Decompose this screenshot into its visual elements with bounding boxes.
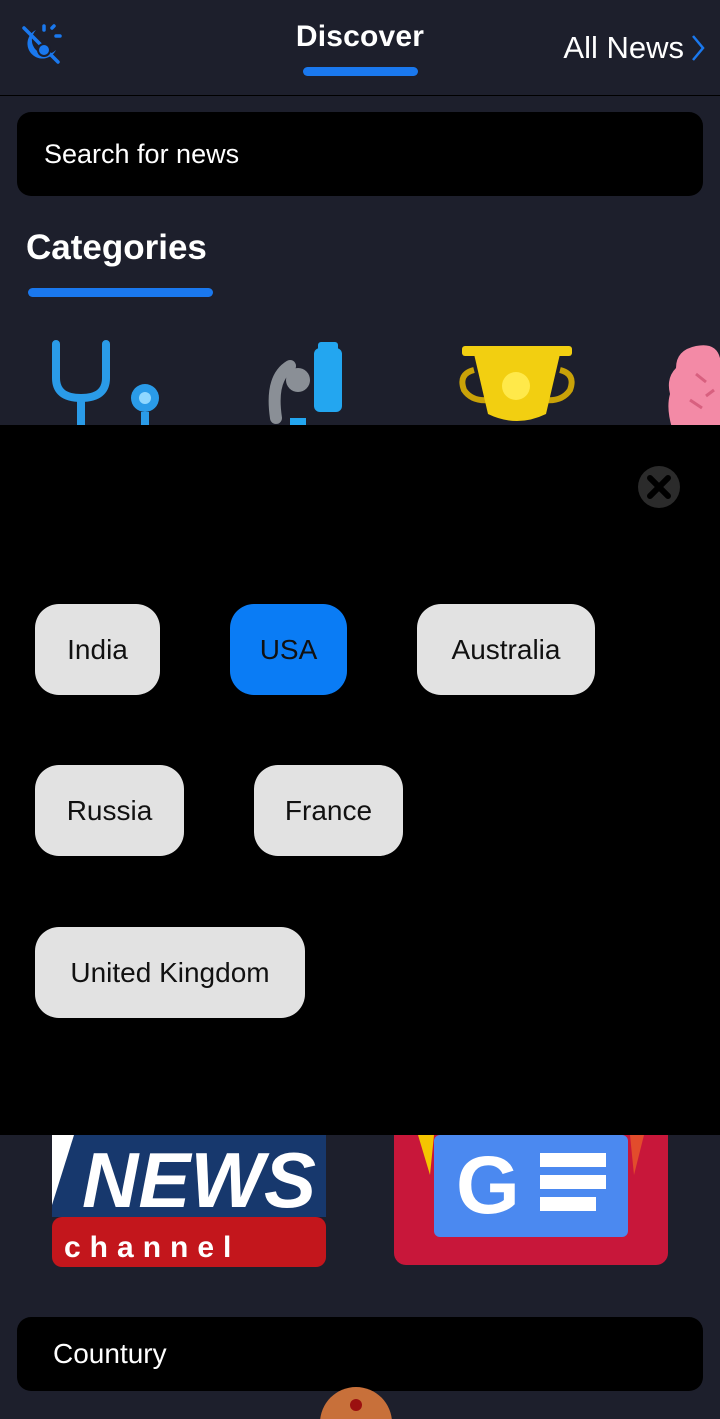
chevron-right-icon [692,35,705,61]
flag-dot [350,1399,362,1411]
close-icon[interactable] [637,465,681,509]
country-chip-united-kingdom[interactable]: United Kingdom [35,927,305,1018]
chip-label: United Kingdom [70,956,270,988]
country-chip-australia[interactable]: Australia [417,604,595,695]
chip-label: Russia [66,794,153,826]
trophy-icon[interactable] [458,338,576,428]
all-news-label: All News [563,30,684,65]
microscope-icon[interactable] [262,338,352,428]
news-channel-source-card[interactable]: NEWS channel [52,1135,326,1267]
chip-label: France [284,794,373,826]
chip-label: Australia [451,633,561,665]
tab-discover[interactable]: Discover [290,20,430,54]
google-news-source-card[interactable]: G [394,1135,668,1267]
chip-label: India [67,633,128,665]
country-section-bar[interactable]: Countury [17,1317,703,1391]
tab-active-indicator [303,67,418,76]
search-input[interactable] [44,138,644,170]
google-news-g-letter: G [456,1140,520,1231]
country-flag-icon[interactable] [320,1387,392,1419]
news-logo-text: NEWS [82,1136,316,1224]
all-news-link[interactable]: All News [563,30,706,66]
brain-icon[interactable] [666,338,720,428]
country-chip-india[interactable]: India [35,604,160,695]
country-picker-overlay: India USA Australia Russia France United… [0,425,720,1135]
channel-logo-text: channel [64,1231,240,1264]
top-bar: Discover All News [0,0,720,96]
country-chip-france[interactable]: France [254,765,403,856]
stethoscope-icon[interactable] [48,338,163,428]
country-chip-usa[interactable]: USA [230,604,347,695]
chip-label: USA [259,633,318,665]
search-bar[interactable] [17,112,703,196]
categories-heading: Categories [26,228,207,267]
country-chip-russia[interactable]: Russia [35,765,184,856]
dark-mode-icon[interactable] [18,22,64,68]
country-section-label: Countury [53,1338,167,1369]
discover-screen: Discover All News Categories [0,0,720,1419]
categories-underline [28,288,213,297]
